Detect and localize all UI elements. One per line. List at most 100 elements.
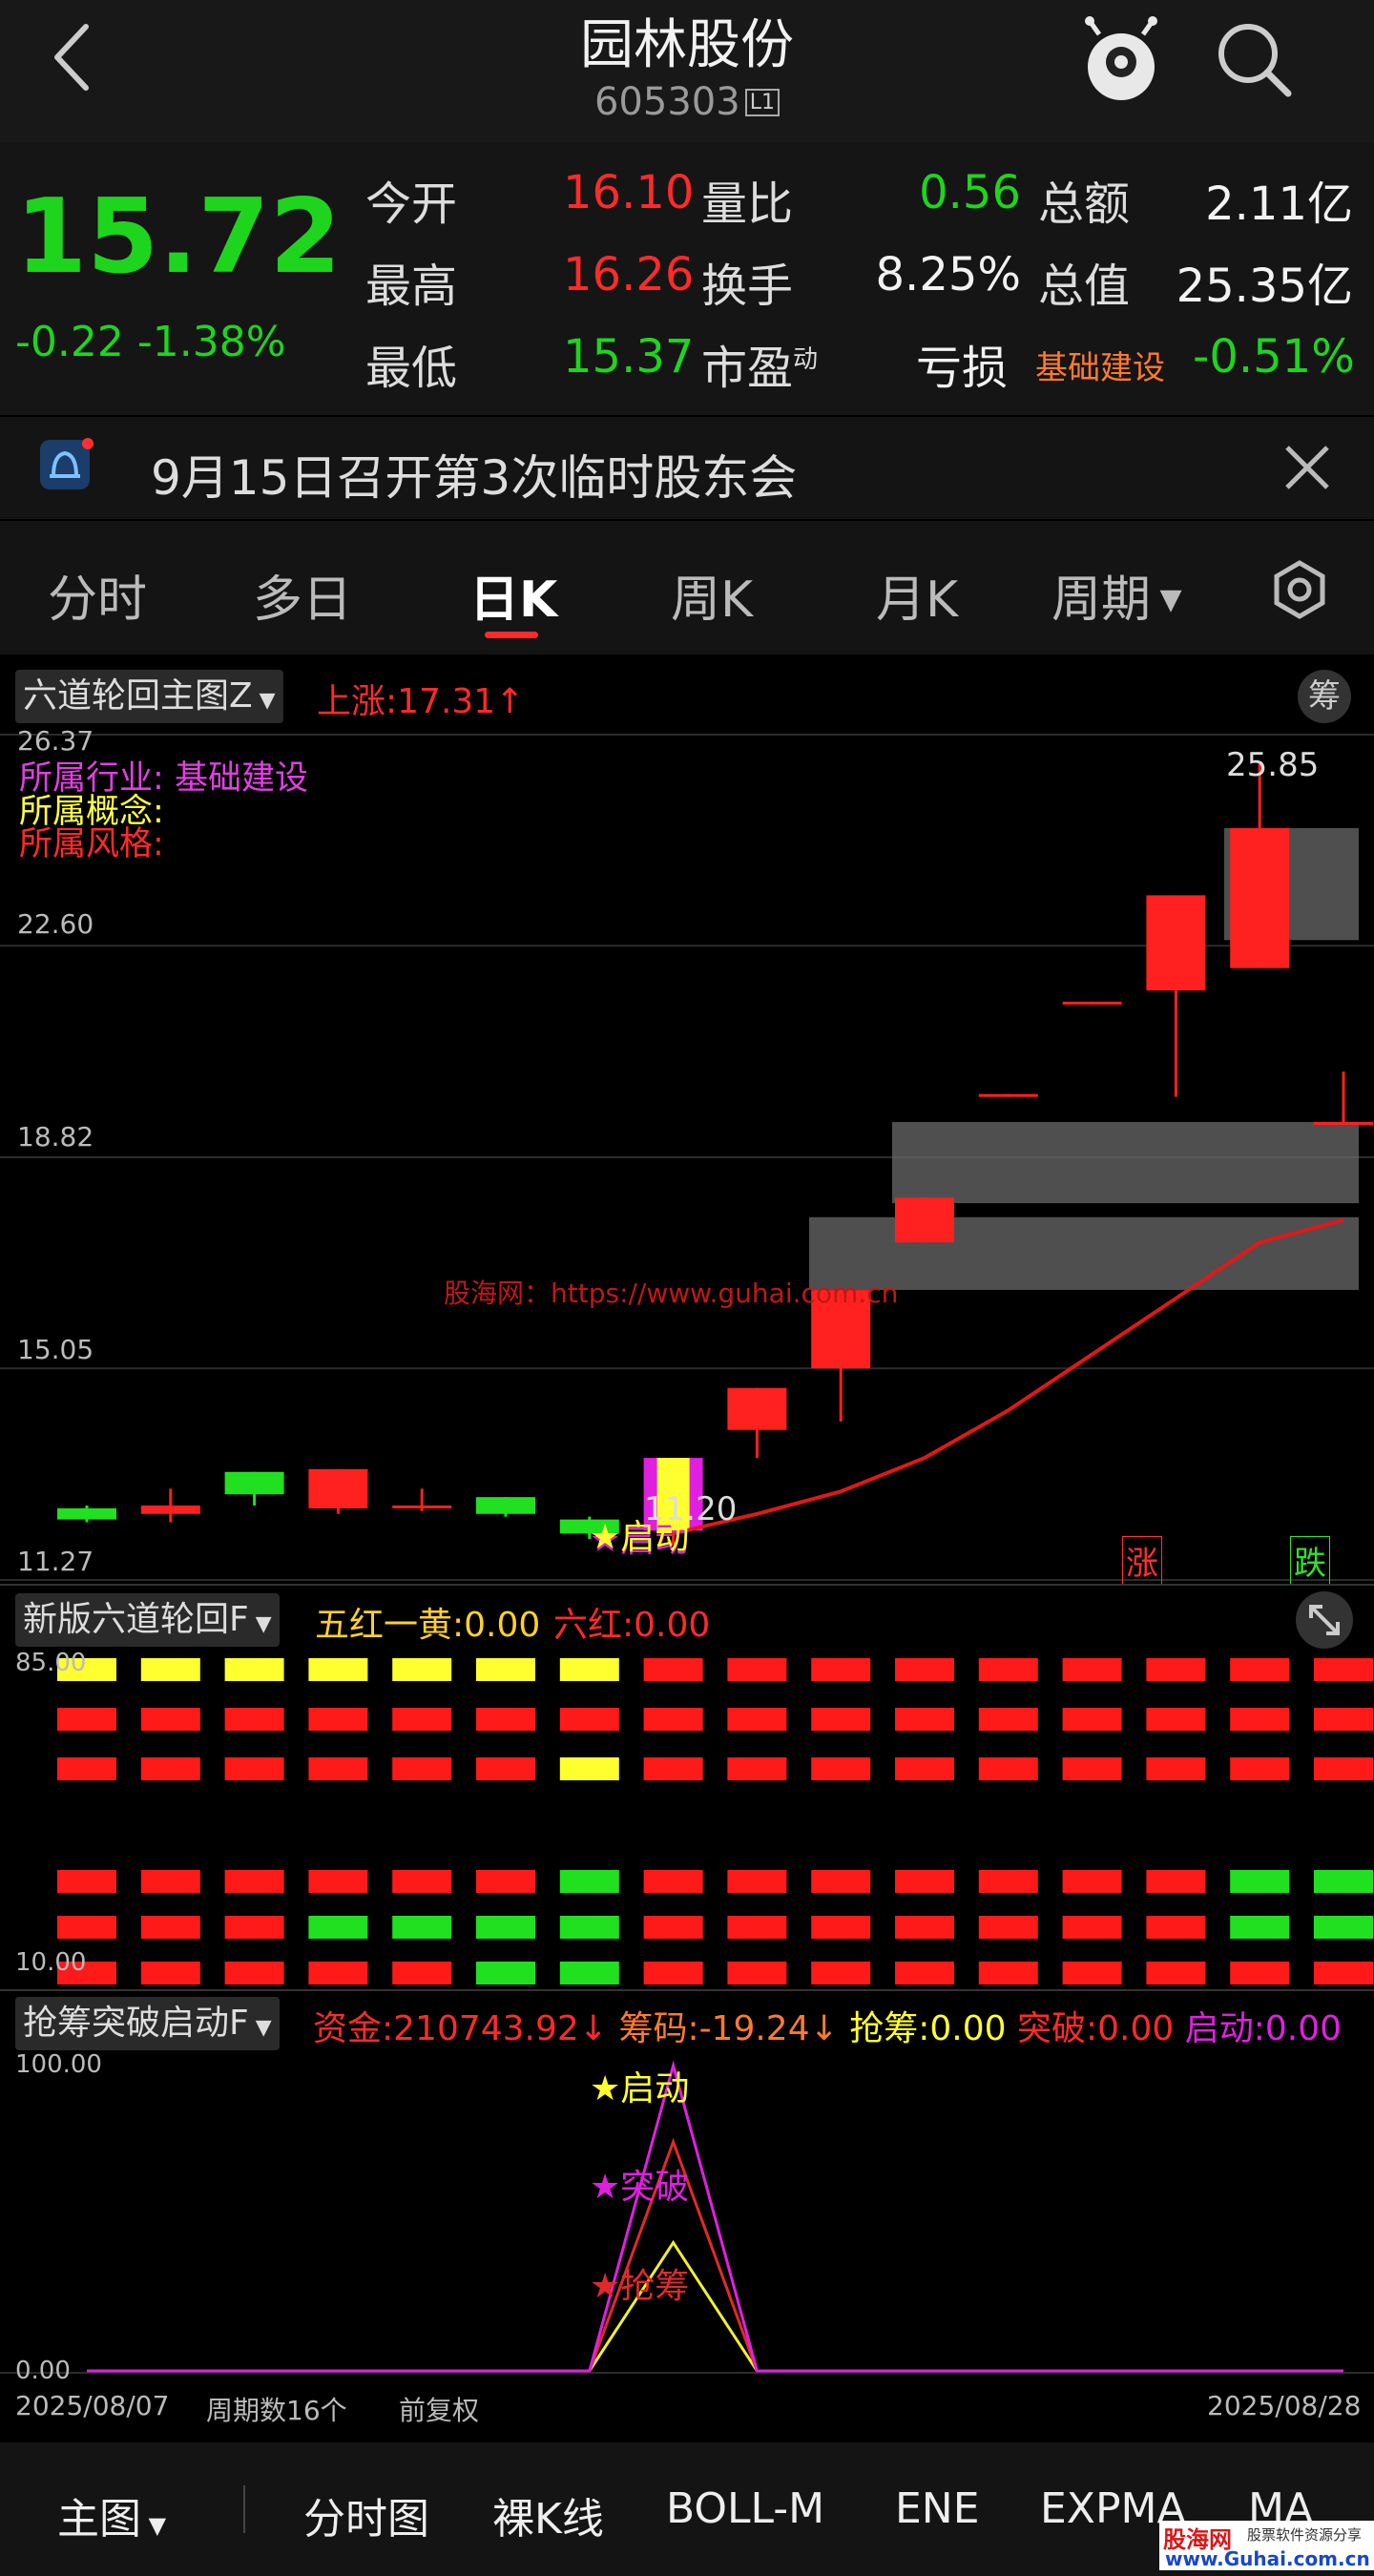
tab-weekly-k[interactable]: 周K: [671, 559, 753, 631]
panel3-y-top: 100.00: [15, 2050, 102, 2079]
watermark: 股海网：https://www.guhai.com.cn: [444, 1278, 899, 1309]
heat-cell-r1-c9: [811, 1708, 871, 1731]
heat-cell-r0-c11: [978, 1658, 1038, 1681]
label-turnover: 换手: [701, 260, 794, 313]
heat-cell-r3-c15: [1314, 1870, 1373, 1893]
tab-fenshi[interactable]: 分时: [48, 559, 147, 631]
panel2-legend-2: 六红:0.00: [553, 1606, 711, 1645]
heat-cell-r4-c0: [57, 1916, 116, 1939]
robot-assistant-icon[interactable]: [1078, 10, 1164, 105]
settings-hexagon-icon[interactable]: [1269, 559, 1330, 620]
heat-cell-r3-c10: [895, 1870, 954, 1893]
tab-monthly-k[interactable]: 月K: [876, 559, 958, 631]
label-pe-text: 市盈: [701, 342, 794, 395]
label-volume-ratio: 量比: [701, 177, 794, 231]
tab-period[interactable]: 周期 ▼: [1051, 559, 1182, 631]
toolbar-boll[interactable]: BOLL-M: [666, 2484, 824, 2533]
heat-cell-r2-c0: [57, 1757, 116, 1780]
heat-cell-r4-c9: [811, 1916, 871, 1939]
value-pe: 亏损: [916, 342, 1009, 395]
heat-cell-r1-c6: [559, 1708, 619, 1731]
dropdown-caret-icon: ▼: [248, 2016, 272, 2040]
level-badge: L1: [744, 89, 781, 116]
heat-cell-r3-c2: [224, 1870, 284, 1893]
label-amount: 总额: [1038, 177, 1131, 231]
heat-cell-r1-c10: [895, 1708, 954, 1731]
heat-cell-r2-c12: [1062, 1757, 1122, 1780]
y-tick-1: 26.37: [17, 725, 94, 757]
heat-cell-r3-c14: [1230, 1870, 1290, 1893]
heat-cell-r4-c11: [978, 1916, 1038, 1939]
label-market-cap: 总值: [1038, 260, 1131, 313]
heat-cell-r5-c13: [1146, 1962, 1206, 1984]
heat-cell-r2-c5: [476, 1757, 535, 1780]
heat-cell-r0-c2: [224, 1658, 284, 1681]
heat-cell-r1-c15: [1314, 1708, 1373, 1731]
heat-cell-r4-c5: [476, 1916, 535, 1939]
industry-link[interactable]: 基础建设: [1035, 342, 1165, 388]
heat-cell-r3-c8: [727, 1870, 787, 1893]
kline-chart[interactable]: [0, 725, 1374, 1612]
y-tick-4: 15.05: [17, 1334, 94, 1365]
tab-multi-day[interactable]: 多日: [253, 559, 352, 631]
heat-cell-r3-c13: [1146, 1870, 1206, 1893]
notice-bar[interactable]: 9月15日召开第3次临时股东会: [0, 417, 1374, 519]
heat-cell-r2-c7: [643, 1757, 703, 1780]
heat-cell-r2-c1: [140, 1757, 200, 1780]
panel2-indicator-selector[interactable]: 新版六道轮回F ▼: [15, 1593, 280, 1647]
panel2-y-top: 85.00: [15, 1649, 87, 1677]
toolbar-fenshi[interactable]: 分时图: [303, 2484, 429, 2545]
change-pct: -1.38%: [136, 318, 286, 366]
label-pe: 市盈动: [701, 330, 818, 397]
six-path-heatmap: [57, 1658, 1373, 1984]
tab-daily-k[interactable]: 日K: [469, 559, 557, 631]
last-price: 15.72: [15, 177, 342, 297]
main-indicator-selector[interactable]: 六道轮回主图Z ▼: [15, 670, 283, 723]
search-icon[interactable]: [1212, 17, 1298, 103]
label-high: 最高: [365, 260, 458, 313]
heat-cell-r0-c14: [1230, 1658, 1290, 1681]
logo-url: www.Guhai.com.cn: [1165, 2547, 1370, 2570]
chip-breakout-panel: 抢筹突破启动F ▼ 资金:210743.92↓ 筹码:-19.24↓ 抢筹:0.…: [0, 1989, 1374, 2442]
change-abs: -0.22: [15, 318, 124, 366]
heat-cell-r2-c8: [727, 1757, 787, 1780]
period-count: 周期数16个: [206, 2395, 347, 2426]
label-low: 最低: [365, 342, 458, 395]
heat-cell-r1-c12: [1062, 1708, 1122, 1731]
adjust-mode[interactable]: 前复权: [399, 2390, 479, 2428]
series-line-0: [87, 2239, 1343, 2373]
industry-value: 基础建设: [174, 759, 308, 798]
heat-cell-r2-c4: [392, 1757, 452, 1780]
quote-panel: 15.72 -0.22 -1.38% 今开 16.10 量比 0.56 总额 2…: [0, 143, 1374, 415]
grab-value: 抢筹:0.00: [849, 2009, 1007, 2048]
close-icon[interactable]: [1283, 444, 1331, 491]
candle-body-12: [1062, 1001, 1122, 1005]
chips-toggle-button[interactable]: 筹: [1298, 670, 1351, 723]
six-path-panel: 新版六道轮回F ▼ 五红一黄:0.00 六红:0.00 85.00 10.00: [0, 1584, 1374, 1984]
notice-text: 9月15日召开第3次临时股东会: [151, 450, 798, 506]
heat-cell-r0-c8: [727, 1658, 787, 1681]
heat-cell-r4-c6: [559, 1916, 619, 1939]
panel3-y-bottom: 0.00: [15, 2357, 71, 2385]
panel2-indicator-name: 新版六道轮回F: [23, 1600, 249, 1639]
main-chart-selector[interactable]: 主图 ▼: [57, 2484, 166, 2545]
toolbar-ene[interactable]: ENE: [895, 2484, 980, 2533]
heat-cell-r5-c5: [476, 1962, 535, 1984]
panel3-indicator-selector[interactable]: 抢筹突破启动F ▼: [15, 1997, 280, 2050]
heat-cell-r3-c7: [643, 1870, 703, 1893]
heat-cell-r5-c9: [811, 1962, 871, 1984]
expand-icon[interactable]: [1294, 1589, 1355, 1651]
panel2-legend-1: 五红一黄:0.00: [315, 1606, 541, 1645]
candle-body-14: [1230, 827, 1290, 968]
period-tabs: 分时 多日 日K 周K 月K 周期 ▼: [0, 521, 1374, 654]
top-header: 园林股份 605303 L1: [0, 0, 1374, 143]
panel3-indicator-name: 抢筹突破启动F: [23, 2004, 249, 2043]
toolbar-naked-k[interactable]: 裸K线: [492, 2484, 604, 2545]
date-start: 2025/08/07: [15, 2390, 170, 2421]
heat-cell-r5-c2: [224, 1962, 284, 1984]
panel2-y-bottom: 10.00: [15, 1948, 87, 1977]
heat-cell-r4-c3: [308, 1916, 368, 1939]
heat-cell-r3-c0: [57, 1870, 116, 1893]
value-industry-change: -0.51%: [1193, 330, 1355, 384]
heat-cell-r0-c1: [140, 1658, 200, 1681]
